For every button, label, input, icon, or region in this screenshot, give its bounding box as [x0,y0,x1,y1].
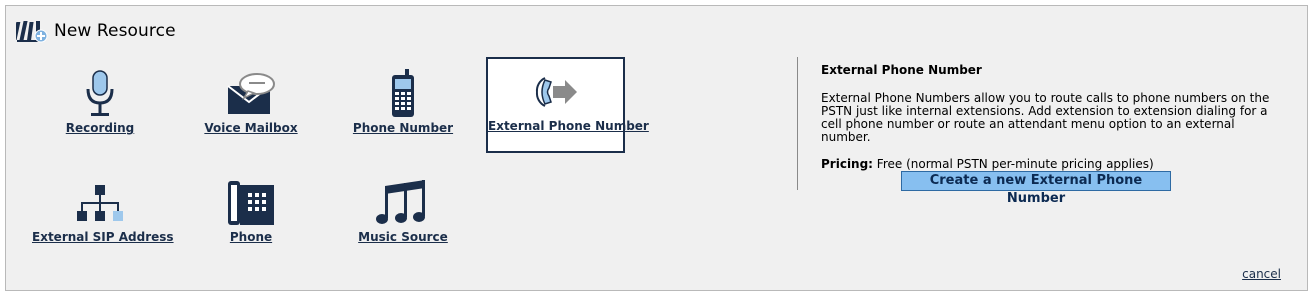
tile-recording[interactable]: Recording [32,59,168,151]
music-notes-icon [376,180,425,224]
info-panel: External Phone Number External Phone Num… [821,64,1276,171]
tile-label: Phone [229,230,273,244]
info-title: External Phone Number [821,63,982,77]
mobile-phone-icon [392,69,414,117]
info-description: External Phone Numbers allow you to rout… [821,91,1270,144]
tile-label: External Phone Number [488,119,649,133]
info-pricing: Pricing: Free (normal PSTN per-minute pr… [821,158,1276,171]
tile-phone[interactable]: Phone [183,168,319,260]
dialog-title: New Resource [54,21,176,41]
divider [797,57,798,190]
tile-label: Phone Number [352,121,454,135]
tile-label: Recording [65,121,135,135]
tile-phone-number[interactable]: Phone Number [335,59,471,151]
tile-label: Voice Mailbox [204,121,298,135]
tile-external-phone-number[interactable]: External Phone Number [486,57,649,153]
network-tree-icon [77,185,123,221]
envelope-speech-icon [227,73,275,114]
desk-phone-icon [228,181,274,225]
tile-label: Music Source [358,230,448,244]
new-resource-dialog: New Resource Recording Voice Mailbox Pho… [5,5,1308,291]
cancel-link[interactable]: cancel [1242,267,1281,281]
handset-arrow-icon [535,77,577,107]
tile-music-source[interactable]: Music Source [335,168,471,260]
tile-label: External SIP Address [32,230,174,244]
resource-books-icon [16,21,48,43]
microphone-icon [86,70,114,116]
dialog-header: New Resource [16,19,176,43]
tile-voice-mailbox[interactable]: Voice Mailbox [183,59,319,151]
pricing-value: Free (normal PSTN per-minute pricing app… [872,157,1154,171]
pricing-label: Pricing: [821,157,873,171]
create-external-phone-number-button[interactable]: Create a new External Phone Number [901,171,1171,206]
tile-external-sip-address[interactable]: External SIP Address [32,168,174,260]
